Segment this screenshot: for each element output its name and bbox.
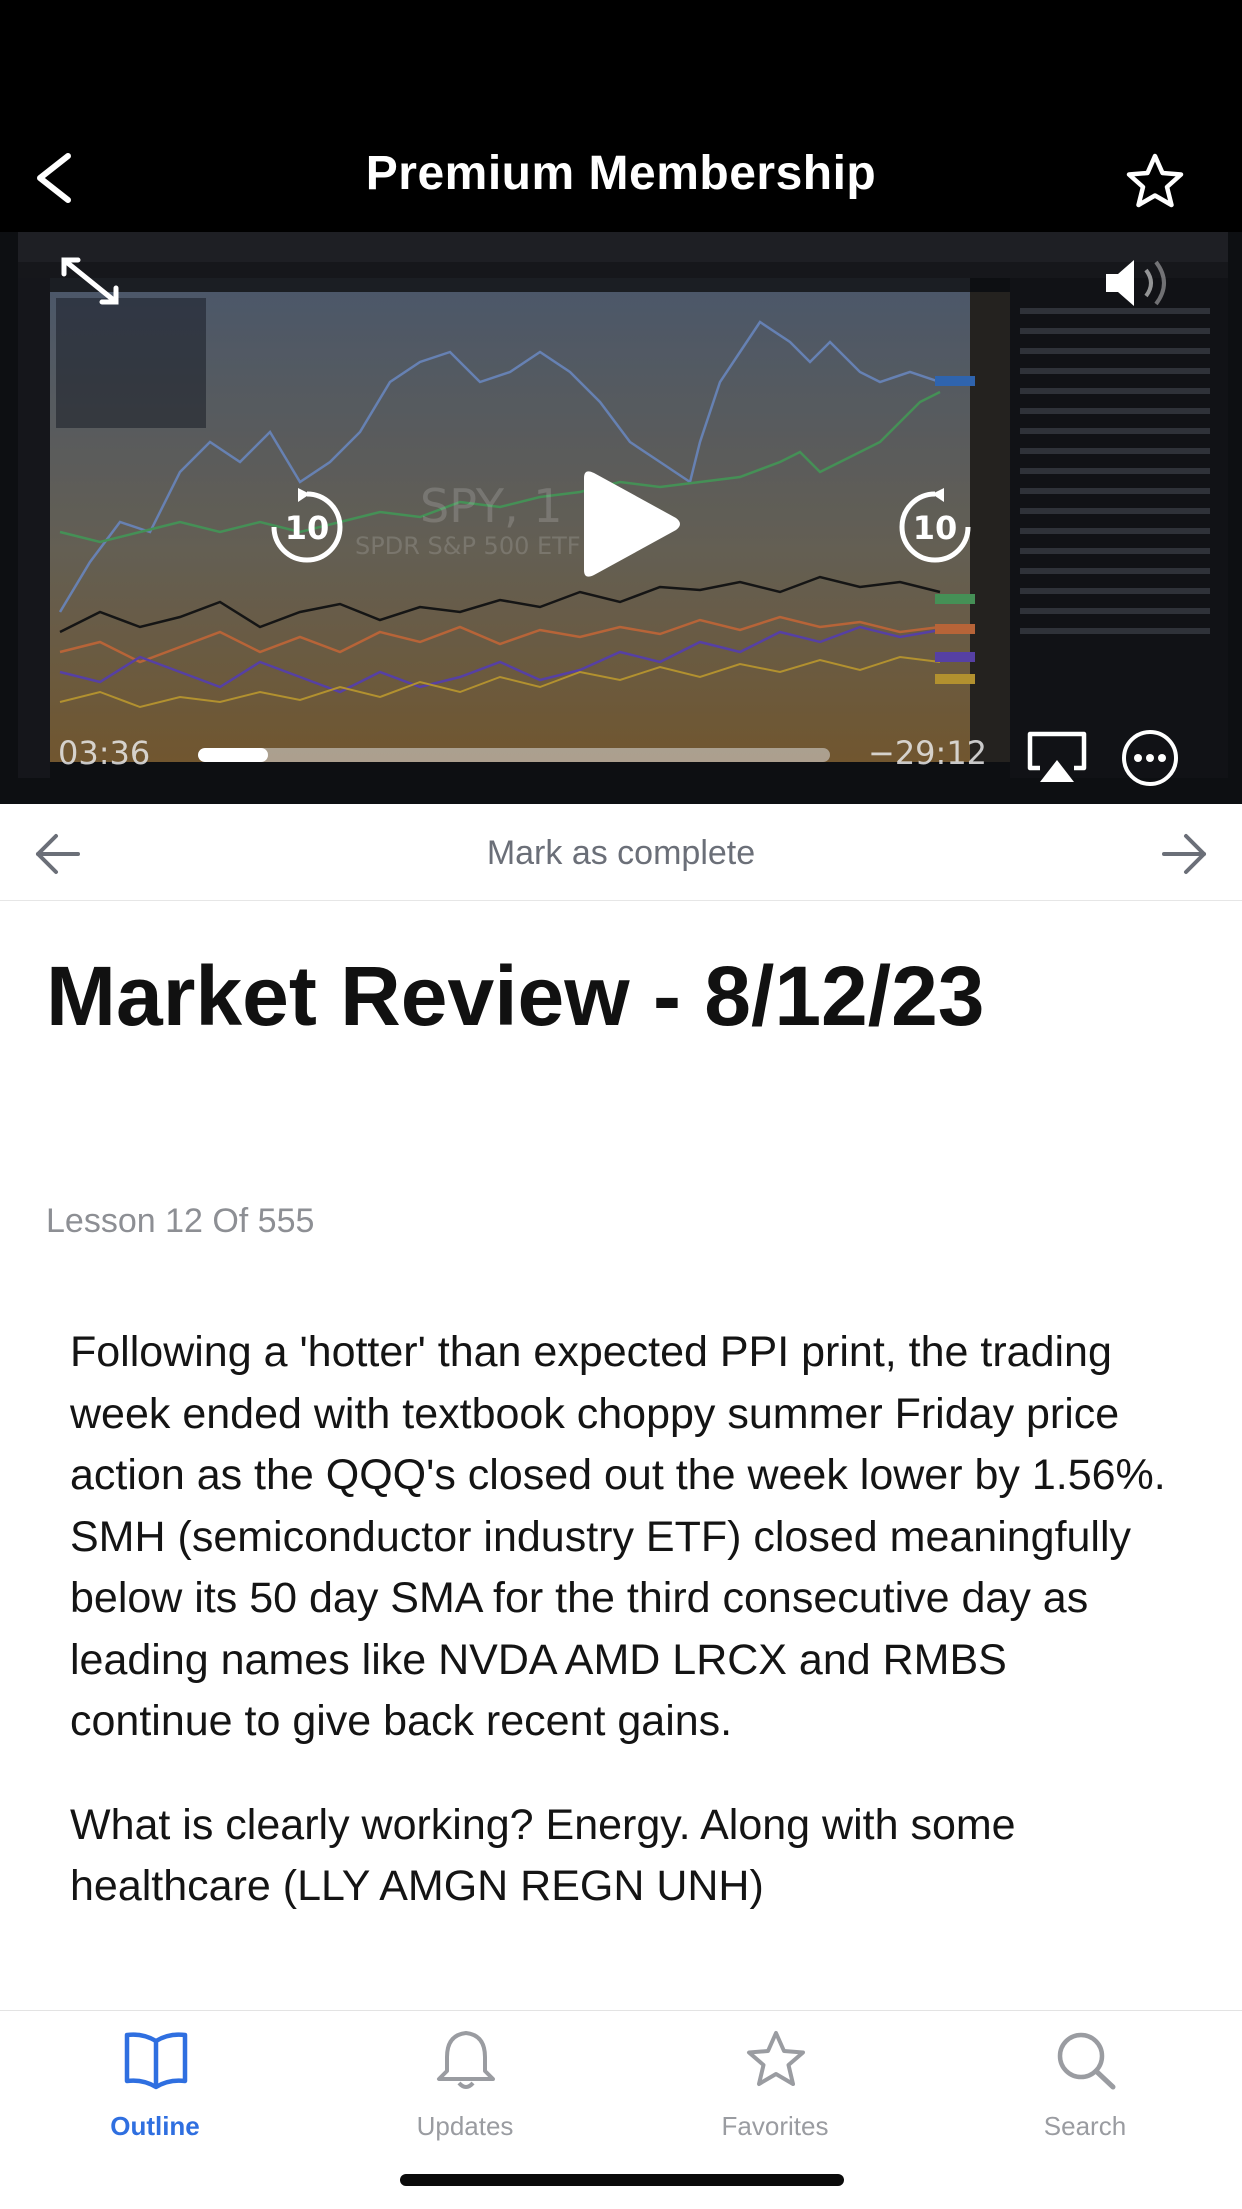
tab-search[interactable]: Search xyxy=(930,2011,1240,2151)
lesson-count: Lesson 12 Of 555 xyxy=(46,1202,315,1240)
search-icon xyxy=(1057,2032,1116,2090)
play-icon[interactable] xyxy=(570,468,686,580)
tab-updates[interactable]: Updates xyxy=(310,2011,620,2151)
home-indicator xyxy=(400,2174,844,2186)
lesson-paragraph: Following a 'hotter' than expected PPI p… xyxy=(70,1328,1166,1745)
tab-favorites[interactable]: Favorites xyxy=(620,2011,930,2151)
volume-icon[interactable] xyxy=(1102,252,1186,314)
tab-label: Outline xyxy=(110,2111,200,2141)
skip-back-icon[interactable]: 10 xyxy=(264,484,350,570)
lesson-navigation: Mark as complete xyxy=(0,804,1242,901)
elapsed-time: 03:36 xyxy=(58,734,151,772)
lesson-title: Market Review - 8/12/23 xyxy=(46,949,985,1043)
tab-label: Updates xyxy=(416,2111,514,2141)
airplay-icon[interactable] xyxy=(1026,730,1088,786)
mark-complete-button[interactable]: Mark as complete xyxy=(0,834,1242,873)
lesson-body: Following a 'hotter' than expected PPI p… xyxy=(70,1322,1180,1960)
tab-outline[interactable]: Outline xyxy=(0,2011,310,2151)
page-title: Premium Membership xyxy=(365,147,877,200)
video-scrubber[interactable] xyxy=(198,748,830,762)
next-lesson-arrow-icon[interactable] xyxy=(1158,830,1210,878)
fullscreen-icon[interactable] xyxy=(58,254,124,308)
svg-text:10: 10 xyxy=(913,509,958,547)
remaining-time: −29:12 xyxy=(868,734,988,772)
more-options-icon[interactable] xyxy=(1120,728,1180,788)
bell-icon xyxy=(437,2031,495,2089)
star-icon xyxy=(747,2031,805,2086)
favorite-star-icon[interactable] xyxy=(1124,152,1186,210)
book-icon xyxy=(124,2032,188,2090)
video-player[interactable]: SPY, 1 SPDR S&P 500 ETF 10 10 03:36 −29:… xyxy=(0,232,1242,804)
lesson-paragraph: What is clearly working? Energy. Along w… xyxy=(70,1800,1016,1911)
video-progress-fill xyxy=(198,748,268,762)
tab-label: Favorites xyxy=(721,2111,829,2141)
svg-text:10: 10 xyxy=(285,509,330,547)
tab-label: Search xyxy=(1043,2111,1127,2141)
skip-forward-icon[interactable]: 10 xyxy=(892,484,978,570)
